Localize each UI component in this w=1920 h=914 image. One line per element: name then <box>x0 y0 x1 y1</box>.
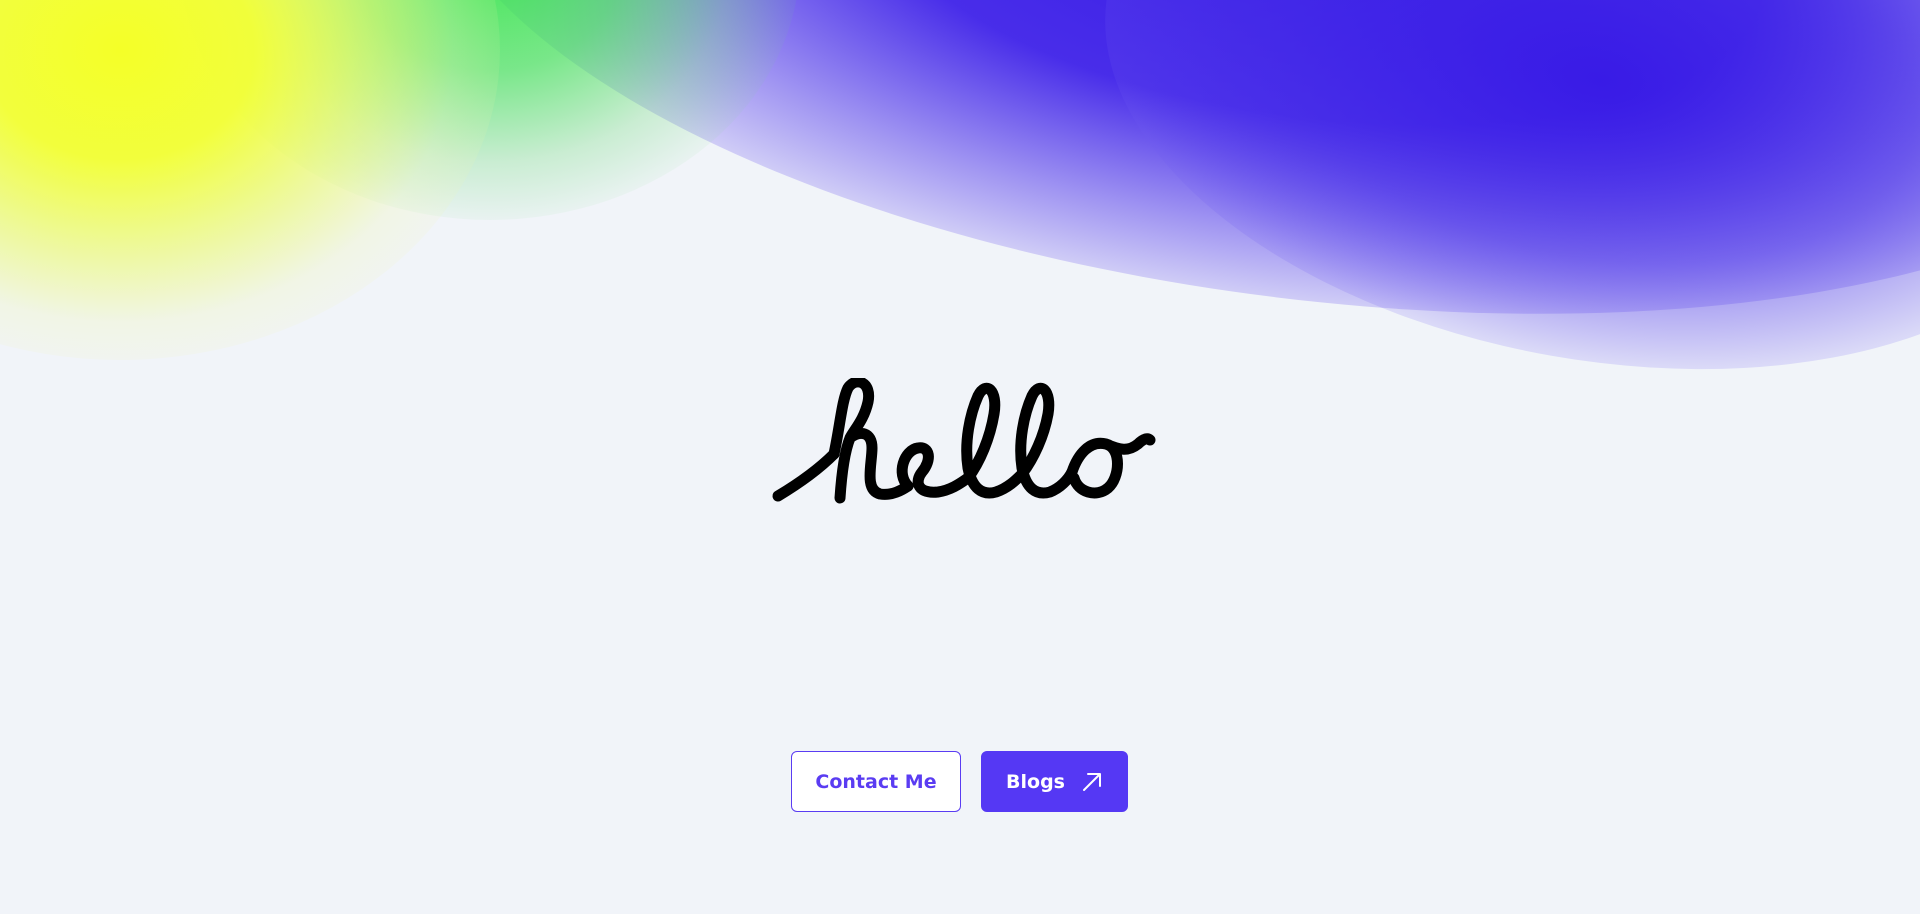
hero-section: hello Contact Me Blogs <box>0 0 1920 914</box>
arrow-up-right-icon <box>1082 772 1101 791</box>
hello-stroke-e <box>896 442 974 498</box>
hello-stroke-o <box>1066 433 1156 499</box>
hello-stroke-l2 <box>1015 382 1078 499</box>
hello-stroke-h <box>828 378 914 504</box>
blogs-button[interactable]: Blogs <box>981 751 1128 812</box>
contact-me-label: Contact Me <box>815 770 937 793</box>
hero-actions: Contact Me Blogs <box>791 751 1128 812</box>
hello-stroke-lead <box>772 448 840 502</box>
hello-stroke-l1 <box>961 382 1028 499</box>
hero-greeting: hello <box>0 21 1 22</box>
page: hello Contact Me Blogs <box>0 0 1920 914</box>
contact-me-button[interactable]: Contact Me <box>791 751 961 812</box>
blogs-label: Blogs <box>1006 770 1065 793</box>
hello-lettering <box>772 378 1156 504</box>
